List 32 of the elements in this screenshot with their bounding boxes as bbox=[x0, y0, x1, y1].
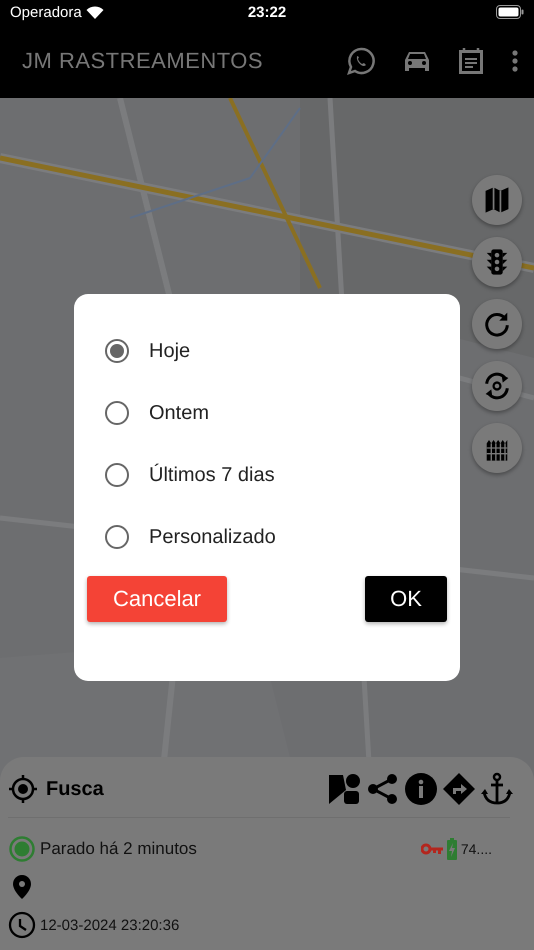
crosshair-icon[interactable] bbox=[8, 774, 38, 804]
info-icon[interactable] bbox=[404, 772, 438, 806]
chat-icon[interactable] bbox=[347, 47, 375, 75]
vehicle-status: Parado há 2 minutos bbox=[40, 839, 197, 859]
status-dot-icon bbox=[8, 835, 36, 863]
battery-icon bbox=[496, 5, 524, 19]
option-label[interactable]: Últimos 7 dias bbox=[149, 464, 275, 486]
radio-button[interactable] bbox=[105, 463, 129, 487]
option-label[interactable]: Hoje bbox=[149, 340, 190, 362]
anchor-icon[interactable] bbox=[480, 772, 514, 806]
battery-level: 74.... bbox=[460, 841, 492, 857]
option-label[interactable]: Ontem bbox=[149, 402, 210, 424]
directions-icon[interactable] bbox=[442, 772, 476, 806]
person-pin-icon[interactable] bbox=[328, 772, 362, 806]
carrier-name: Operadora bbox=[10, 4, 82, 20]
radio-button[interactable] bbox=[105, 525, 129, 549]
app-title: JM RASTREAMENTOS bbox=[22, 48, 264, 74]
clock-time: 23:22 bbox=[248, 4, 286, 20]
menu-icon[interactable] bbox=[512, 50, 518, 72]
calendar-icon[interactable] bbox=[459, 48, 483, 74]
option-label[interactable]: Personalizado bbox=[149, 526, 276, 548]
share-icon[interactable] bbox=[366, 772, 400, 806]
wifi-icon bbox=[86, 6, 104, 18]
cancel-button[interactable]: Cancelar bbox=[87, 576, 227, 622]
car-icon[interactable] bbox=[404, 50, 430, 72]
clock-icon bbox=[8, 911, 36, 939]
vehicle-name: Fusca bbox=[46, 778, 105, 800]
radio-button[interactable] bbox=[105, 339, 129, 363]
timestamp: 12-03-2024 23:20:36 bbox=[40, 916, 180, 934]
battery-charging-icon bbox=[446, 838, 457, 860]
ok-button[interactable]: OK bbox=[365, 576, 447, 622]
radio-button[interactable] bbox=[105, 401, 129, 425]
